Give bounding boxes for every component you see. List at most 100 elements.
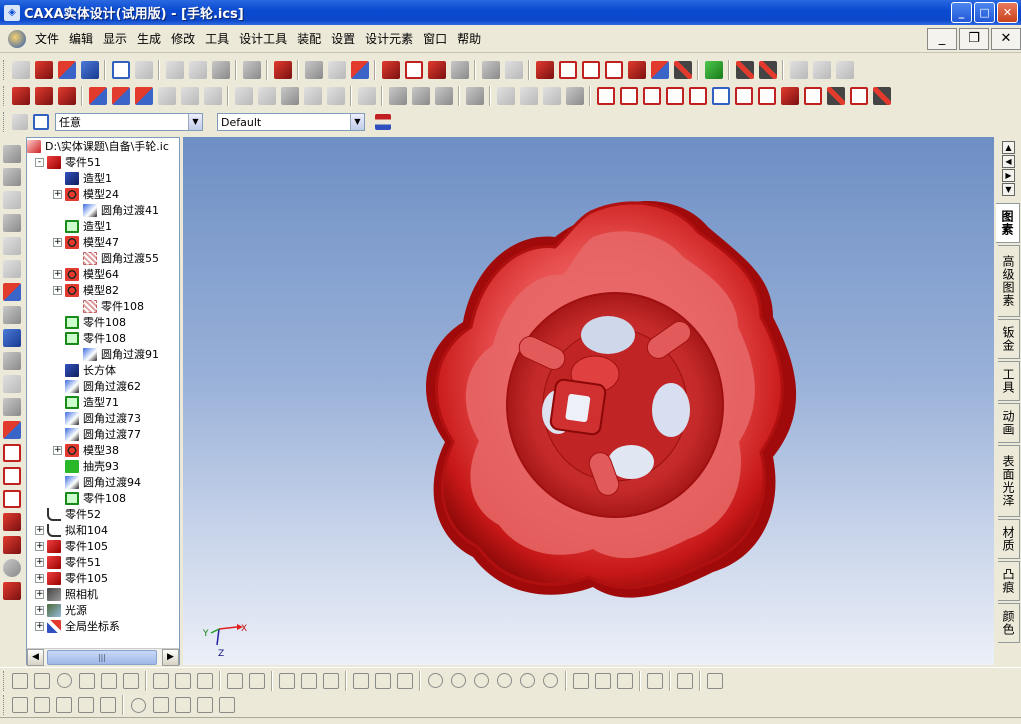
polyline-icon[interactable]	[301, 672, 317, 689]
close-button[interactable]: ✕	[997, 2, 1018, 23]
menu-tools[interactable]: 工具	[200, 28, 234, 49]
tangent-circle-icon[interactable]	[543, 673, 558, 688]
grid-icon[interactable]	[12, 672, 28, 689]
tree-node[interactable]: 圆角过渡73	[53, 410, 141, 426]
text-icon[interactable]	[481, 60, 500, 79]
spline-icon[interactable]	[375, 672, 391, 689]
style-combo[interactable]: Default ▼	[217, 113, 365, 131]
fillet-icon[interactable]	[88, 86, 107, 105]
vertical-icon[interactable]	[78, 697, 94, 713]
tree-node[interactable]: 零件52	[35, 506, 101, 522]
roll-icon[interactable]	[3, 214, 21, 232]
tree-node[interactable]: + 模型47	[53, 234, 119, 250]
document-icon[interactable]	[8, 29, 26, 48]
detach-icon[interactable]	[812, 60, 831, 79]
tree-node[interactable]: 零件108	[53, 490, 126, 506]
expand-icon[interactable]: +	[35, 573, 44, 583]
arrow-up-icon[interactable]	[535, 60, 554, 79]
expand-icon[interactable]: +	[53, 269, 62, 279]
face-offset-icon[interactable]	[411, 86, 430, 105]
open-folder-icon[interactable]	[57, 60, 76, 79]
tree-node[interactable]: 零件108	[53, 314, 126, 330]
camera-icon[interactable]	[3, 352, 21, 370]
snap-icon[interactable]	[34, 672, 50, 689]
text-tool-icon[interactable]	[3, 582, 21, 600]
tree-node[interactable]: + 零件105	[35, 570, 108, 586]
tools-icon[interactable]	[465, 86, 484, 105]
scroll-left-icon[interactable]: ◀	[27, 649, 44, 666]
distribute-icon[interactable]	[34, 697, 50, 713]
tree-hscrollbar[interactable]: ◀ ||| ▶	[27, 648, 179, 666]
corner-icon[interactable]	[677, 672, 693, 689]
tree-node[interactable]: + 模型64	[53, 266, 119, 282]
expand-icon[interactable]: +	[35, 621, 44, 631]
surface-offset-icon[interactable]	[803, 86, 822, 105]
finish-sketch-icon[interactable]	[707, 672, 723, 689]
expand-icon[interactable]: +	[53, 445, 62, 455]
mdi-minimize-button[interactable]: _	[927, 28, 957, 50]
sketch-icon[interactable]	[3, 444, 21, 462]
polygon-icon[interactable]	[520, 673, 535, 688]
surface-split-icon[interactable]	[826, 86, 845, 105]
view-front-icon[interactable]	[496, 86, 515, 105]
surface-revolve-icon[interactable]	[665, 86, 684, 105]
copy-icon[interactable]	[188, 60, 207, 79]
3d-viewport[interactable]: X Y Z	[183, 137, 994, 665]
expand-icon[interactable]: +	[53, 237, 62, 247]
section-icon[interactable]	[280, 86, 299, 105]
circle-snap-icon[interactable]	[57, 673, 72, 688]
menu-settings[interactable]: 设置	[326, 28, 360, 49]
expand-icon[interactable]: +	[35, 605, 44, 615]
paint-icon[interactable]	[350, 60, 369, 79]
paste-icon[interactable]	[211, 60, 230, 79]
equal-icon[interactable]	[153, 697, 169, 713]
box-edit-icon[interactable]	[558, 60, 577, 79]
new-design-icon[interactable]	[34, 60, 53, 79]
scroll-right-icon[interactable]: ▶	[162, 649, 179, 666]
menu-modify[interactable]: 修改	[166, 28, 200, 49]
view-iso-icon[interactable]	[565, 86, 584, 105]
expand-icon[interactable]: +	[35, 525, 44, 535]
tree-node[interactable]: + 照相机	[35, 586, 98, 602]
circle-2pt-icon[interactable]	[451, 673, 466, 688]
assembly-icon[interactable]	[704, 60, 723, 79]
parallel-icon[interactable]	[100, 697, 116, 713]
tree-node[interactable]: 零件108	[53, 330, 126, 346]
pan-icon[interactable]	[3, 145, 21, 163]
right-tab[interactable]: 材质	[998, 519, 1020, 559]
select-box-icon[interactable]	[32, 114, 49, 130]
extrude-icon[interactable]	[11, 86, 30, 105]
fit-view-icon[interactable]	[3, 283, 21, 301]
zoom-window-icon[interactable]	[3, 260, 21, 278]
tree-node[interactable]: + 全局坐标系	[35, 618, 120, 634]
find-icon[interactable]	[242, 60, 261, 79]
look-at-icon[interactable]	[3, 329, 21, 347]
tree-node[interactable]: + 模型38	[53, 442, 119, 458]
expand-icon[interactable]: +	[53, 285, 62, 295]
menu-file[interactable]: 文件	[30, 28, 64, 49]
select-arrow-icon[interactable]	[11, 114, 28, 130]
surface-tool-icon[interactable]	[3, 513, 21, 531]
pen-icon[interactable]	[758, 60, 777, 79]
stamp-icon[interactable]	[123, 672, 139, 689]
surface-icon[interactable]	[596, 86, 615, 105]
chamfer-icon[interactable]	[111, 86, 130, 105]
face-move-icon[interactable]	[388, 86, 407, 105]
tree-node[interactable]: 圆角过渡77	[53, 426, 141, 442]
measure-icon[interactable]	[504, 60, 523, 79]
menu-edit[interactable]: 编辑	[64, 28, 98, 49]
surface-thicken-icon[interactable]	[849, 86, 868, 105]
tab-scroll-prev-icon[interactable]: ◀	[1002, 155, 1015, 168]
tab-scroll-next-icon[interactable]: ▶	[1002, 169, 1015, 182]
filter-combo[interactable]: 任意 ▼	[55, 113, 203, 131]
attach-icon[interactable]	[789, 60, 808, 79]
tree-node[interactable]: 抽壳93	[53, 458, 119, 474]
redo-icon[interactable]	[134, 60, 153, 79]
menu-assembly[interactable]: 装配	[292, 28, 326, 49]
surface-knit-icon[interactable]	[780, 86, 799, 105]
extend-icon[interactable]	[175, 672, 191, 689]
right-tab[interactable]: 动画	[998, 403, 1020, 443]
right-tab[interactable]: 钣金	[998, 319, 1020, 359]
rectangle-icon[interactable]	[397, 672, 413, 689]
render-mode-icon[interactable]	[3, 421, 21, 439]
